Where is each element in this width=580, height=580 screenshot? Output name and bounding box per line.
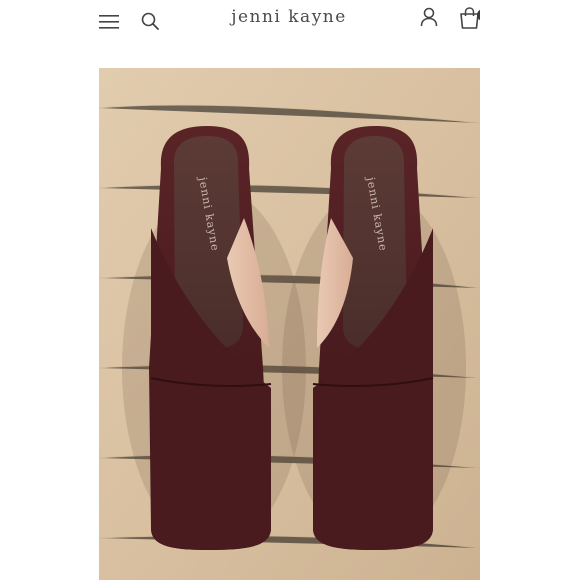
site-header: jenni kayne [99, 0, 480, 42]
search-icon[interactable] [141, 12, 159, 30]
product-image[interactable]: jenni kayne jenni kayne [99, 68, 480, 580]
right-mule: jenni kayne [312, 126, 434, 550]
brand-logo[interactable]: jenni kayne [209, 7, 369, 27]
user-icon[interactable] [420, 7, 438, 27]
app-frame: jenni kayne jenni kayne jenni kayne [99, 0, 480, 580]
page: jenni kayne jenni kayne jenni kayne [0, 0, 580, 580]
hamburger-menu-icon[interactable] [99, 12, 119, 30]
